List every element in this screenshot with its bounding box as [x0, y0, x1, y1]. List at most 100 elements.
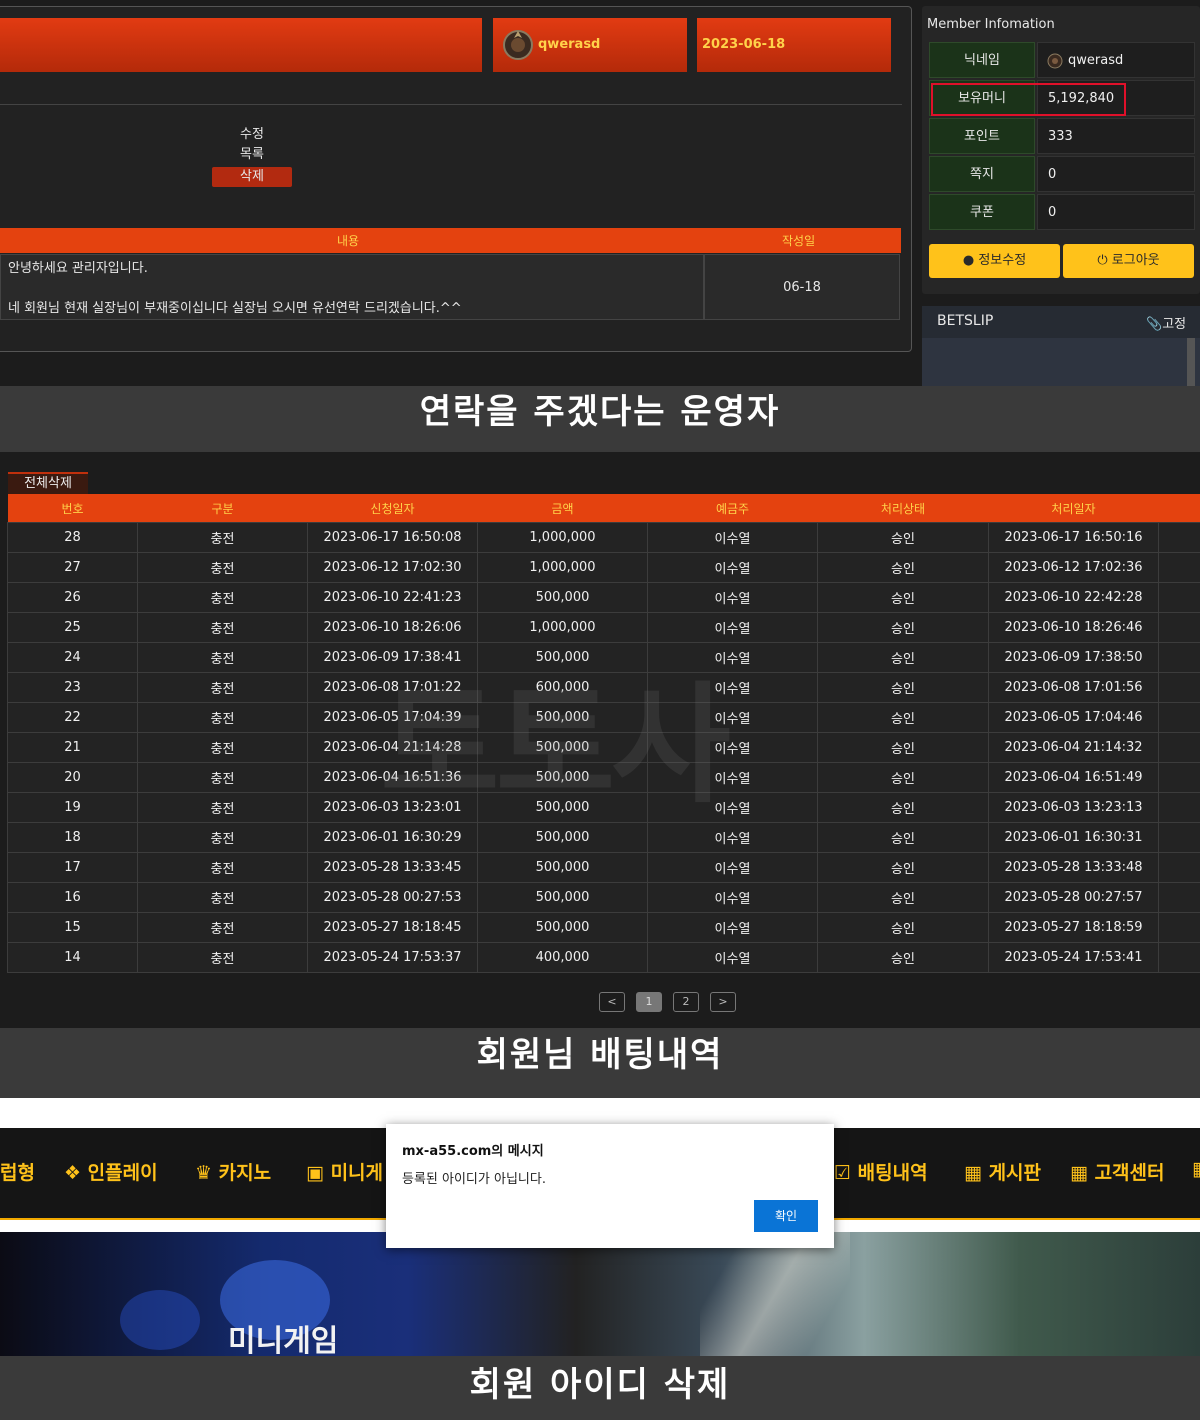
paperclip-icon: 📎 [1146, 317, 1163, 332]
nav-board-label: 게시판 [988, 1162, 1042, 1184]
cell-type: 충전 [137, 882, 308, 913]
divider [0, 104, 902, 105]
table-header-row: 번호 구분 신청일자 금액 예금주 처리상태 처리일자 [7, 494, 1200, 523]
table-row: 16 충전 2023-05-28 00:27:53 500,000 이수열 승인 2023-… [7, 882, 1200, 913]
cell-processed-date: 2023-06-08 17:01:56 [988, 672, 1159, 703]
cell-status: 승인 [817, 552, 989, 583]
cell-type: 충전 [137, 852, 308, 883]
cell-amount: 500,000 [477, 912, 648, 943]
cell-extra [1158, 642, 1200, 673]
prev-page-button[interactable]: < [599, 992, 625, 1012]
cell-request-date: 2023-05-24 17:53:37 [307, 942, 478, 973]
cell-processed-date: 2023-05-27 18:18:59 [988, 912, 1159, 943]
cell-request-date: 2023-06-17 16:50:08 [307, 522, 478, 553]
logout-button[interactable]: ⏻ 로그아웃 [1063, 244, 1194, 278]
cell-extra [1158, 552, 1200, 583]
nav-item-minigame[interactable]: ▣ 미니게 [306, 1158, 383, 1185]
cell-request-date: 2023-06-12 17:02:30 [307, 552, 478, 583]
cell-depositor: 이수열 [647, 912, 818, 943]
cell-number: 23 [7, 672, 138, 703]
cell-number: 24 [7, 642, 138, 673]
betslip-scrollbar[interactable] [1187, 338, 1195, 386]
nav-bet-history-label: 배팅내역 [857, 1162, 928, 1184]
nav-item-support[interactable]: ▦ 고객센터 [1070, 1158, 1165, 1185]
nav-item-bet-history[interactable]: ☑ 배팅내역 [834, 1158, 928, 1185]
author-name: qwerasd [538, 37, 601, 52]
col-extra [1158, 494, 1200, 523]
table-row: 15 충전 2023-05-27 18:18:45 500,000 이수열 승인 2023-… [7, 912, 1200, 943]
nav-item-europe[interactable]: 럽형 [0, 1158, 35, 1185]
message-date: 06-18 [704, 254, 900, 320]
cell-depositor: 이수열 [647, 582, 818, 613]
banner-title: 미니게임 [228, 1324, 339, 1359]
alert-title: mx-a55.com의 메시지 [402, 1144, 544, 1159]
cell-depositor: 이수열 [647, 852, 818, 883]
messages-label[interactable]: 쪽지 [929, 156, 1035, 192]
delete-all-button[interactable]: 전체삭제 [8, 472, 88, 494]
cell-type: 충전 [137, 612, 308, 643]
edit-button[interactable]: 수정 [212, 125, 292, 145]
nav-item-casino[interactable]: ♛ 카지노 [195, 1158, 271, 1185]
cell-status: 승인 [817, 642, 989, 673]
cell-request-date: 2023-05-28 13:33:45 [307, 852, 478, 883]
cell-status: 승인 [817, 882, 989, 913]
cell-processed-date: 2023-06-01 16:30:31 [988, 822, 1159, 853]
cell-amount: 1,000,000 [477, 552, 648, 583]
betslip-pin-toggle[interactable]: 📎고정 [1146, 313, 1186, 332]
cell-processed-date: 2023-05-24 17:53:41 [988, 942, 1159, 973]
cell-depositor: 이수열 [647, 522, 818, 553]
header-written-date: 작성일 [782, 234, 816, 248]
cell-processed-date: 2023-06-09 17:38:50 [988, 642, 1159, 673]
cell-number: 20 [7, 762, 138, 793]
author-bar: qwerasd [493, 18, 687, 72]
message-line-2: 네 회원님 현재 실장님이 부재중이십니다 실장님 오시면 유선연락 드리겠습니… [8, 301, 462, 316]
table-row: 25 충전 2023-06-10 18:26:06 1,000,000 이수열 승인 202… [7, 612, 1200, 643]
cell-number: 21 [7, 732, 138, 763]
coupon-label[interactable]: 쿠폰 [929, 194, 1035, 230]
message-table-header: 내용 작성일 [0, 228, 901, 253]
col-status: 처리상태 [817, 494, 989, 523]
nav-item-board[interactable]: ▦ 게시판 [964, 1158, 1041, 1185]
nickname-text: qwerasd [1068, 53, 1124, 68]
cell-extra [1158, 612, 1200, 643]
cell-status: 승인 [817, 702, 989, 733]
page-1-button[interactable]: 1 [636, 992, 662, 1012]
cell-number: 27 [7, 552, 138, 583]
post-date: 2023-06-18 [702, 37, 786, 52]
betslip-pin-label: 고정 [1162, 317, 1187, 332]
cell-type: 충전 [137, 912, 308, 943]
next-page-button[interactable]: > [710, 992, 736, 1012]
list-button[interactable]: 목록 [212, 145, 292, 165]
cell-type: 충전 [137, 582, 308, 613]
edit-info-button[interactable]: ● 정보수정 [929, 244, 1060, 278]
cell-processed-date: 2023-05-28 13:33:48 [988, 852, 1159, 883]
col-type: 구분 [137, 494, 308, 523]
cell-number: 18 [7, 822, 138, 853]
col-number: 번호 [7, 494, 138, 523]
cell-processed-date: 2023-06-04 21:14:32 [988, 732, 1159, 763]
cell-depositor: 이수열 [647, 552, 818, 583]
delete-button[interactable]: 삭제 [212, 167, 292, 187]
table-row: 27 충전 2023-06-12 17:02:30 1,000,000 이수열 승인 202… [7, 552, 1200, 583]
table-row: 14 충전 2023-05-24 17:53:37 400,000 이수열 승인 2023-… [7, 942, 1200, 973]
nav-item-overflow[interactable]: ▦ [1192, 1158, 1200, 1180]
cell-depositor: 이수열 [647, 882, 818, 913]
nav-item-inplay[interactable]: ❖ 인플레이 [64, 1158, 158, 1185]
caption-2: 회원님 배팅내역 [0, 1028, 1200, 1098]
cell-number: 17 [7, 852, 138, 883]
cell-extra [1158, 942, 1200, 973]
alert-ok-button[interactable]: 확인 [754, 1200, 818, 1232]
nav-casino-label: 카지노 [218, 1162, 272, 1184]
cell-processed-date: 2023-06-05 17:04:46 [988, 702, 1159, 733]
points-value: 333 [1037, 118, 1195, 154]
subject-bar [0, 18, 482, 72]
cell-number: 26 [7, 582, 138, 613]
cell-amount: 500,000 [477, 882, 648, 913]
cell-extra [1158, 852, 1200, 883]
page-2-button[interactable]: 2 [673, 992, 699, 1012]
message-line-1: 안녕하세요 관리자입니다. [8, 261, 148, 276]
messages-value: 0 [1037, 156, 1195, 192]
banner-streak [700, 1232, 850, 1356]
col-depositor: 예금주 [647, 494, 818, 523]
cell-status: 승인 [817, 582, 989, 613]
